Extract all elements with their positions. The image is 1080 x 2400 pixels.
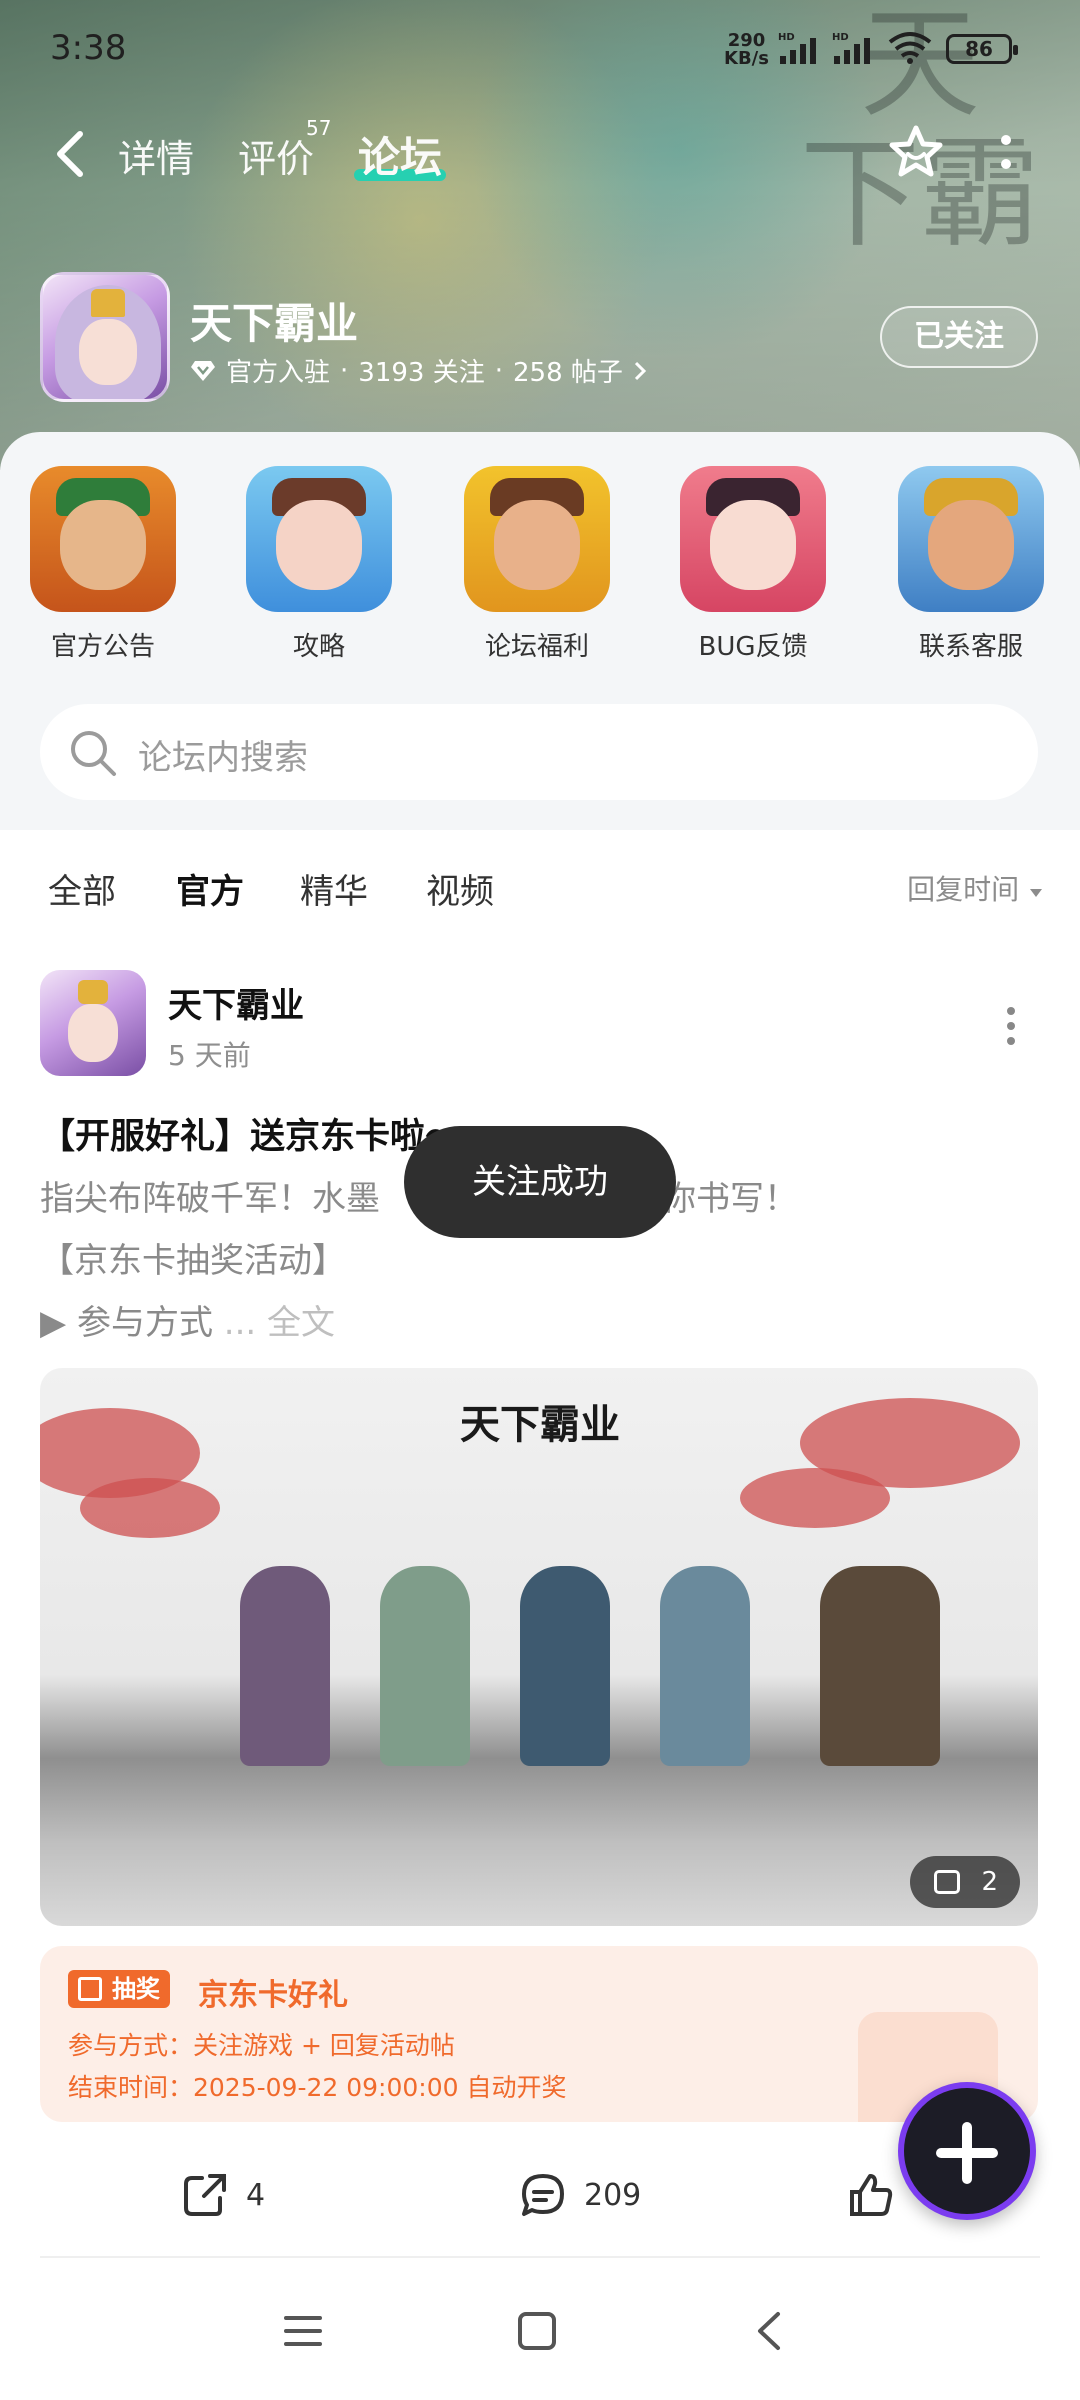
- toast-message: 关注成功: [404, 1126, 676, 1238]
- filter-tab-all[interactable]: 全部: [48, 864, 116, 913]
- system-back-icon[interactable]: [746, 2306, 796, 2356]
- post-author-name[interactable]: 天下霸业: [168, 978, 304, 1027]
- image-icon: [934, 1870, 960, 1894]
- comment-button[interactable]: 209: [518, 2170, 641, 2220]
- post-image[interactable]: 天下霸业 2: [40, 1368, 1038, 1926]
- game-logo-image: 天下霸业: [460, 1401, 620, 1448]
- game-avatar[interactable]: [40, 272, 170, 402]
- game-title: 天下霸业: [190, 299, 359, 348]
- quick-link-benefits[interactable]: 论坛福利: [462, 466, 612, 663]
- favorite-star-icon[interactable]: [886, 122, 946, 182]
- post-time: 5 天前: [168, 1039, 251, 1072]
- chevron-right-icon: [634, 361, 647, 380]
- post-more-icon[interactable]: [1006, 1006, 1016, 1046]
- quick-link-guides[interactable]: 攻略: [244, 466, 394, 663]
- gift-icon: [78, 1977, 102, 2001]
- bug-report-character-icon: [680, 466, 826, 612]
- official-badge-text: 官方入驻: [226, 358, 331, 388]
- lottery-end-time: 结束时间：2025-09-22 09:00:00 自动开奖: [68, 2073, 567, 2102]
- lottery-tag: 抽奖: [68, 1970, 170, 2008]
- game-meta[interactable]: 官方入驻 · 3193 关注 · 258 帖子: [190, 352, 647, 389]
- home-square-icon[interactable]: [512, 2306, 562, 2356]
- signal-icon-2: HD: [832, 32, 870, 64]
- read-full-link[interactable]: ... 全文: [213, 1303, 335, 1343]
- top-nav: 详情 评价 57 论坛: [0, 110, 1080, 200]
- system-navigation-bar: [0, 2262, 1080, 2400]
- caret-down-icon: [1030, 889, 1042, 897]
- search-input[interactable]: 论坛内搜索: [138, 730, 308, 779]
- share-button[interactable]: 4: [180, 2170, 265, 2220]
- tab-details[interactable]: 详情: [118, 128, 194, 183]
- guide-character-icon: [246, 466, 392, 612]
- quick-link-bug-report[interactable]: BUG反馈: [678, 466, 828, 663]
- thumbs-up-icon: [850, 2174, 893, 2216]
- wifi-icon: [888, 32, 932, 64]
- reviews-count-badge: 57: [306, 116, 332, 140]
- share-icon: [184, 2174, 226, 2216]
- quick-link-announcements[interactable]: 官方公告: [28, 466, 178, 663]
- filter-tab-video[interactable]: 视频: [426, 864, 494, 913]
- like-button[interactable]: [846, 2170, 896, 2220]
- post-title[interactable]: 【开服好礼】送京东卡啦～: [40, 1108, 460, 1159]
- create-post-button[interactable]: [898, 2082, 1036, 2220]
- menu-icon[interactable]: [278, 2306, 328, 2356]
- announcement-character-icon: [30, 466, 176, 612]
- status-bar: 3:38 290 KB/s HD HD 86: [0, 0, 1080, 100]
- more-options-icon[interactable]: [994, 130, 1018, 180]
- search-icon: [71, 731, 116, 776]
- filter-tab-official[interactable]: 官方: [176, 864, 244, 915]
- status-time: 3:38: [50, 28, 127, 68]
- customer-service-character-icon: [898, 466, 1044, 612]
- filter-tab-featured[interactable]: 精华: [300, 864, 368, 913]
- lottery-method: 参与方式：关注游戏 + 回复活动帖: [68, 2031, 455, 2060]
- post-author-avatar[interactable]: [40, 970, 146, 1076]
- followers-count: 3193 关注: [358, 358, 485, 388]
- image-count-badge: 2: [910, 1856, 1020, 1908]
- network-speed: 290 KB/s: [724, 30, 769, 69]
- forum-search-bar[interactable]: 论坛内搜索: [40, 704, 1038, 800]
- svg-text:HD: HD: [832, 32, 849, 43]
- quick-link-customer-service[interactable]: 联系客服: [896, 466, 1046, 663]
- verified-diamond-icon: [191, 360, 215, 381]
- follow-button[interactable]: 已关注: [880, 306, 1038, 368]
- battery-indicator: 86: [946, 34, 1018, 64]
- tab-forum[interactable]: 论坛: [353, 124, 447, 185]
- lottery-title: 京东卡好礼: [198, 1978, 348, 2013]
- sort-dropdown[interactable]: 回复时间: [907, 868, 1044, 908]
- posts-count: 258 帖子: [512, 358, 623, 388]
- tab-reviews[interactable]: 评价: [238, 128, 314, 183]
- comment-icon: [522, 2174, 564, 2216]
- signal-icon: HD: [778, 32, 816, 64]
- forum-sheet: 官方公告 攻略 论坛福利 BUG反馈 联系客服 论坛内搜索: [0, 432, 1080, 832]
- post-filter-tabs: 全部 官方 精华 视频 回复时间: [0, 830, 1080, 940]
- benefits-character-icon: [464, 466, 610, 612]
- back-arrow-icon[interactable]: [50, 126, 90, 182]
- svg-text:HD: HD: [778, 32, 795, 43]
- lottery-card[interactable]: 抽奖 京东卡好礼 参与方式：关注游戏 + 回复活动帖 结束时间：2025-09-…: [40, 1946, 1038, 2122]
